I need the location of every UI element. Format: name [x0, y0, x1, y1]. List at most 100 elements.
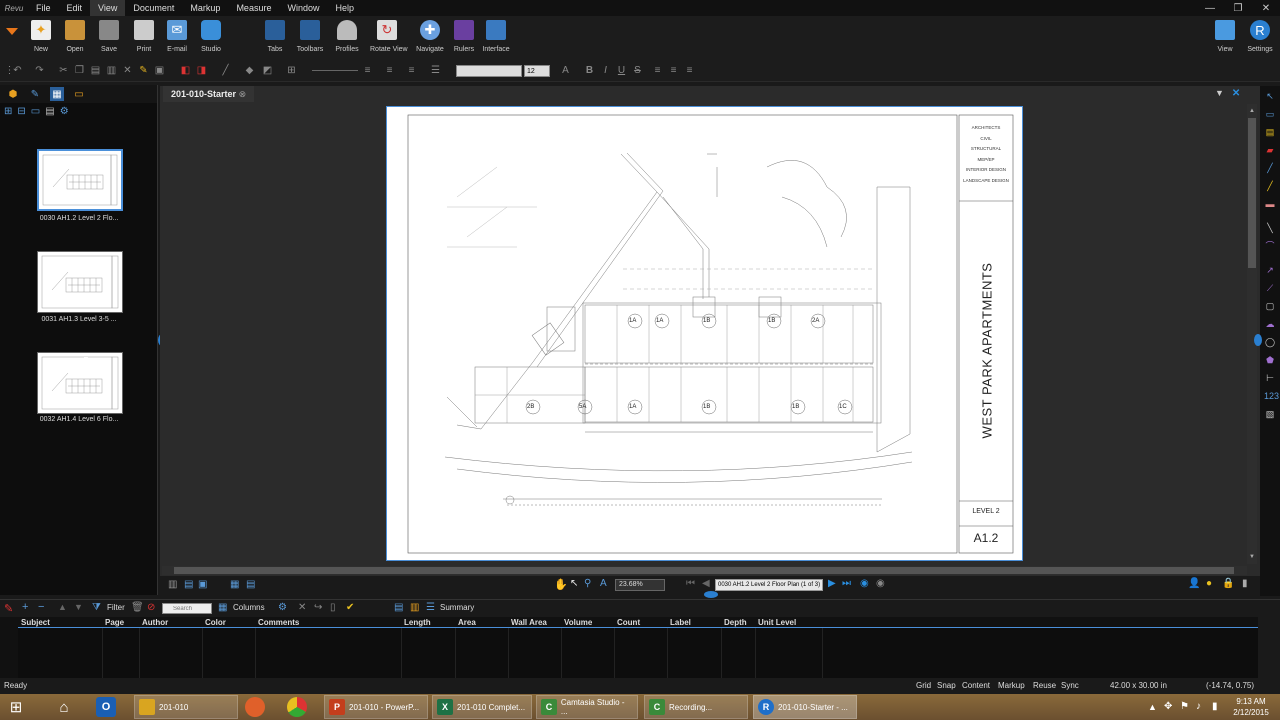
first-page-icon[interactable]: ⏮ — [686, 578, 695, 589]
taskbar-item-excel[interactable]: X 201-010 Complet... — [432, 695, 532, 719]
reuse-toggle[interactable]: Reuse — [1033, 681, 1056, 690]
markup-tab-icon[interactable]: ✎ — [28, 87, 42, 101]
restore-button[interactable]: ❐ — [1224, 0, 1252, 16]
text-color-icon[interactable]: A — [560, 65, 571, 76]
snapshot-icon[interactable]: ▣ — [154, 65, 165, 76]
home-icon[interactable]: ⌂ — [54, 697, 74, 717]
strikethrough-icon[interactable]: S — [632, 65, 643, 76]
ribbon-menu-arrow[interactable] — [6, 28, 18, 35]
line-style-icon[interactable]: ╱ — [220, 65, 231, 76]
remove-icon[interactable]: − — [38, 601, 44, 613]
summary-label[interactable]: Summary — [440, 603, 474, 612]
rulers-button[interactable]: Rulers — [447, 20, 481, 53]
content-toggle[interactable]: Content — [962, 681, 990, 690]
cut-icon[interactable]: ✂ — [58, 65, 69, 76]
undo-icon[interactable]: ↶ — [12, 65, 23, 76]
move-up-icon[interactable]: ▲ — [58, 602, 67, 612]
new-button[interactable]: ✦ New — [24, 20, 58, 53]
open-button[interactable]: Open — [58, 20, 92, 53]
horizontal-scrollbar[interactable] — [162, 566, 1247, 575]
add-icon[interactable]: + — [22, 601, 28, 613]
measure-icon[interactable]: ⟋ — [1264, 282, 1276, 294]
note-icon[interactable]: ▤ — [1264, 126, 1276, 138]
underline-icon[interactable]: U — [616, 65, 627, 76]
split-vertical-icon[interactable]: ▥ — [168, 579, 177, 590]
status-check-icon[interactable]: ✔ — [346, 602, 354, 613]
menu-help[interactable]: Help — [327, 0, 362, 16]
column-count[interactable]: Count — [617, 617, 640, 628]
zoom-icon[interactable]: ⚲ — [584, 578, 591, 589]
markup-settings-icon[interactable]: ⚙ — [278, 602, 287, 613]
column-volume[interactable]: Volume — [564, 617, 592, 628]
filter-icon[interactable]: ⧩ — [92, 602, 101, 613]
app-logo[interactable]: Revu — [0, 0, 28, 16]
reply-icon[interactable]: ↪ — [314, 602, 322, 613]
trash-icon[interactable]: 🗑 — [131, 602, 144, 613]
hscroll-thumb[interactable] — [174, 567, 1234, 574]
pan-icon[interactable]: ✋ — [554, 578, 568, 591]
dimension-icon[interactable]: ⊢ — [1264, 372, 1276, 384]
document-tab[interactable]: 201-010-Starter ⊗ — [163, 86, 255, 102]
column-color[interactable]: Color — [205, 617, 226, 628]
page-thumbnail[interactable] — [37, 352, 123, 414]
flatten-icon[interactable]: ◨ — [196, 65, 207, 76]
page-thumbnail[interactable] — [37, 149, 123, 211]
markup-pen-icon[interactable]: ✎ — [4, 602, 13, 615]
tray-arrow-icon[interactable]: ▲ — [1148, 702, 1157, 712]
menu-window[interactable]: Window — [279, 0, 327, 16]
thumbnails-tab-icon[interactable]: ▦ — [50, 87, 64, 101]
zoom-out-thumbs-icon[interactable]: ⊟ — [17, 106, 25, 117]
scroll-down-icon[interactable]: ▼ — [1249, 554, 1255, 560]
ellipse-icon[interactable]: ◯ — [1264, 336, 1276, 348]
redo-icon[interactable]: ↷ — [34, 65, 45, 76]
user-icon[interactable]: 👤 — [1188, 578, 1200, 589]
format-painter-icon[interactable]: ✎ — [138, 65, 149, 76]
tool-chest-tab-icon[interactable]: ⬢ — [6, 87, 20, 101]
menu-view[interactable]: View — [90, 0, 126, 16]
markup-toggle[interactable]: Markup — [998, 681, 1025, 690]
highlight-icon[interactable]: ▰ — [1264, 144, 1276, 156]
column-unit-level[interactable]: Unit Level — [758, 617, 796, 628]
no-filter-icon[interactable]: ⊘ — [147, 602, 155, 613]
italic-icon[interactable]: I — [600, 65, 611, 76]
eraser-icon[interactable]: ▬ — [1264, 198, 1276, 210]
menu-markup[interactable]: Markup — [182, 0, 228, 16]
pen-icon[interactable]: ╱ — [1264, 162, 1276, 174]
zoom-in-thumbs-icon[interactable]: ⊞ — [4, 106, 12, 117]
polygon-icon[interactable]: ⬟ — [1264, 354, 1276, 366]
next-page-icon[interactable]: ▶ — [828, 578, 836, 589]
menu-edit[interactable]: Edit — [59, 0, 91, 16]
tips-icon[interactable]: ● — [1206, 578, 1212, 589]
windows-start-icon[interactable]: ⊞ — [6, 697, 26, 717]
menu-file[interactable]: File — [28, 0, 59, 16]
grid-toggle[interactable]: Grid — [916, 681, 931, 690]
taskbar-item-recording[interactable]: C Recording... — [644, 695, 748, 719]
page-field[interactable]: 0030 AH1.2 Level 2 Floor Plan (1 of 3) — [715, 579, 823, 591]
previous-view-icon[interactable]: ◉ — [860, 578, 869, 589]
studio-button[interactable]: Studio — [194, 20, 228, 53]
menu-measure[interactable]: Measure — [228, 0, 279, 16]
font-name-select[interactable] — [456, 65, 522, 77]
split-horizontal-icon[interactable]: ▤ — [184, 579, 193, 590]
panel-toggle-icon[interactable]: ▮ — [1242, 578, 1248, 589]
align-center-icon[interactable]: ≡ — [668, 65, 679, 76]
line-start-icon[interactable]: ≡ — [384, 65, 395, 76]
line-icon[interactable]: ╲ — [1264, 222, 1276, 234]
move-down-icon[interactable]: ▼ — [74, 602, 83, 612]
tab-list-icon[interactable]: ▼ — [1215, 88, 1224, 99]
lock-icon[interactable]: 🔒 — [1222, 578, 1234, 589]
polyline-icon[interactable]: ⌒ — [1264, 240, 1276, 252]
column-author[interactable]: Author — [142, 617, 168, 628]
page-thumbnail[interactable] — [37, 251, 123, 313]
line-weight-icon[interactable]: ☰ — [430, 65, 441, 76]
tabs-button[interactable]: Tabs — [258, 20, 292, 53]
column-area[interactable]: Area — [458, 617, 476, 628]
taskbar-clock[interactable]: 9:13 AM 2/12/2015 — [1228, 696, 1274, 718]
thumb-view-icon[interactable]: ▭ — [31, 106, 40, 117]
minimize-button[interactable]: — — [1196, 0, 1224, 16]
delete-icon[interactable]: ✕ — [122, 65, 133, 76]
select-icon[interactable]: ↖ — [1264, 90, 1276, 102]
interface-button[interactable]: Interface — [479, 20, 513, 53]
font-size-select[interactable]: 12 — [524, 65, 550, 77]
next-view-icon[interactable]: ◉ — [876, 578, 885, 589]
